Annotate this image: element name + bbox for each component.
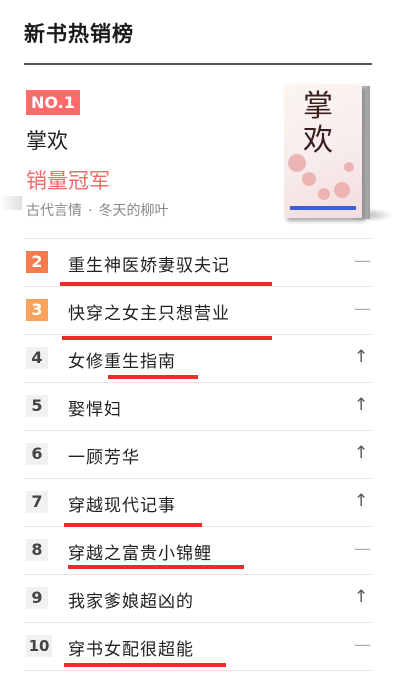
list-item[interactable]: 2 重生神医娇妻驭夫记 — xyxy=(24,239,372,287)
rank-badge: 4 xyxy=(26,347,48,369)
annotation-underline xyxy=(68,565,244,569)
arrow-up-icon: ↑ xyxy=(354,443,369,463)
list-item[interactable]: 3 快穿之女主只想营业 — xyxy=(24,287,372,340)
rank-badge: 3 xyxy=(26,299,48,321)
book-title[interactable]: 娶悍妇 xyxy=(68,395,122,420)
annotation-underline xyxy=(108,375,198,379)
book-title[interactable]: 穿越现代记事 xyxy=(68,491,176,516)
book-title[interactable]: 一顾芳华 xyxy=(68,443,140,468)
rank-badge: 6 xyxy=(26,443,48,465)
top-book-tag: 销量冠军 xyxy=(26,169,110,193)
list-item[interactable]: 8 穿越之富贵小锦鲤 — xyxy=(24,527,372,575)
book-title[interactable]: 穿书女配很超能 xyxy=(68,635,194,660)
page-title: 新书热销榜 xyxy=(24,21,134,46)
dash-icon: — xyxy=(354,635,371,655)
book-title[interactable]: 穿越之富贵小锦鲤 xyxy=(68,539,212,564)
book-cover-spine xyxy=(362,86,370,219)
arrow-up-icon: ↑ xyxy=(354,587,369,607)
decorative-edge xyxy=(0,196,22,210)
rank-badge: 5 xyxy=(26,395,48,417)
annotation-underline xyxy=(64,663,226,667)
book-cover-band xyxy=(290,206,356,210)
arrow-up-icon: ↑ xyxy=(354,395,369,415)
dash-icon: — xyxy=(354,299,371,319)
list-item[interactable]: 7 穿越现代记事 ↑ xyxy=(24,479,372,527)
list-item[interactable]: 4 女修重生指南 ↑ xyxy=(24,335,372,383)
annotation-underline xyxy=(60,282,272,286)
ranking-list: 2 重生神医娇妻驭夫记 — 3 快穿之女主只想营业 — 4 女修重生指南 ↑ 5… xyxy=(24,238,372,671)
book-title[interactable]: 女修重生指南 xyxy=(68,347,176,372)
meta-separator: · xyxy=(88,203,93,219)
genre-label[interactable]: 古代言情 xyxy=(26,203,82,219)
dash-icon: — xyxy=(354,539,371,559)
rank-badge: 2 xyxy=(26,251,48,273)
dash-icon: — xyxy=(354,251,371,271)
book-title[interactable]: 快穿之女主只想营业 xyxy=(68,299,230,324)
title-divider xyxy=(24,63,372,65)
list-item[interactable]: 10 穿书女配很超能 — xyxy=(24,623,372,671)
top-book-meta: 古代言情 · 冬天的柳叶 xyxy=(26,200,168,220)
book-cover-title: 掌欢 xyxy=(303,89,333,158)
author-label[interactable]: 冬天的柳叶 xyxy=(98,203,168,219)
rank-badge: 7 xyxy=(26,491,48,513)
rank-badge: 10 xyxy=(26,635,52,657)
book-title[interactable]: 重生神医娇妻驭夫记 xyxy=(68,251,230,276)
arrow-up-icon: ↑ xyxy=(354,347,369,367)
top-rank-badge: NO.1 xyxy=(26,90,80,115)
book-cover[interactable]: 掌欢 xyxy=(284,84,362,218)
rank-badge: 8 xyxy=(26,539,48,561)
list-item[interactable]: 6 一顾芳华 ↑ xyxy=(24,431,372,479)
arrow-up-icon: ↑ xyxy=(354,491,369,511)
top-book-name[interactable]: 掌欢 xyxy=(26,125,68,155)
book-title[interactable]: 我家爹娘超凶的 xyxy=(68,587,194,612)
rank-badge: 9 xyxy=(26,587,48,609)
list-item[interactable]: 5 娶悍妇 ↑ xyxy=(24,383,372,431)
list-item[interactable]: 9 我家爹娘超凶的 ↑ xyxy=(24,575,372,623)
